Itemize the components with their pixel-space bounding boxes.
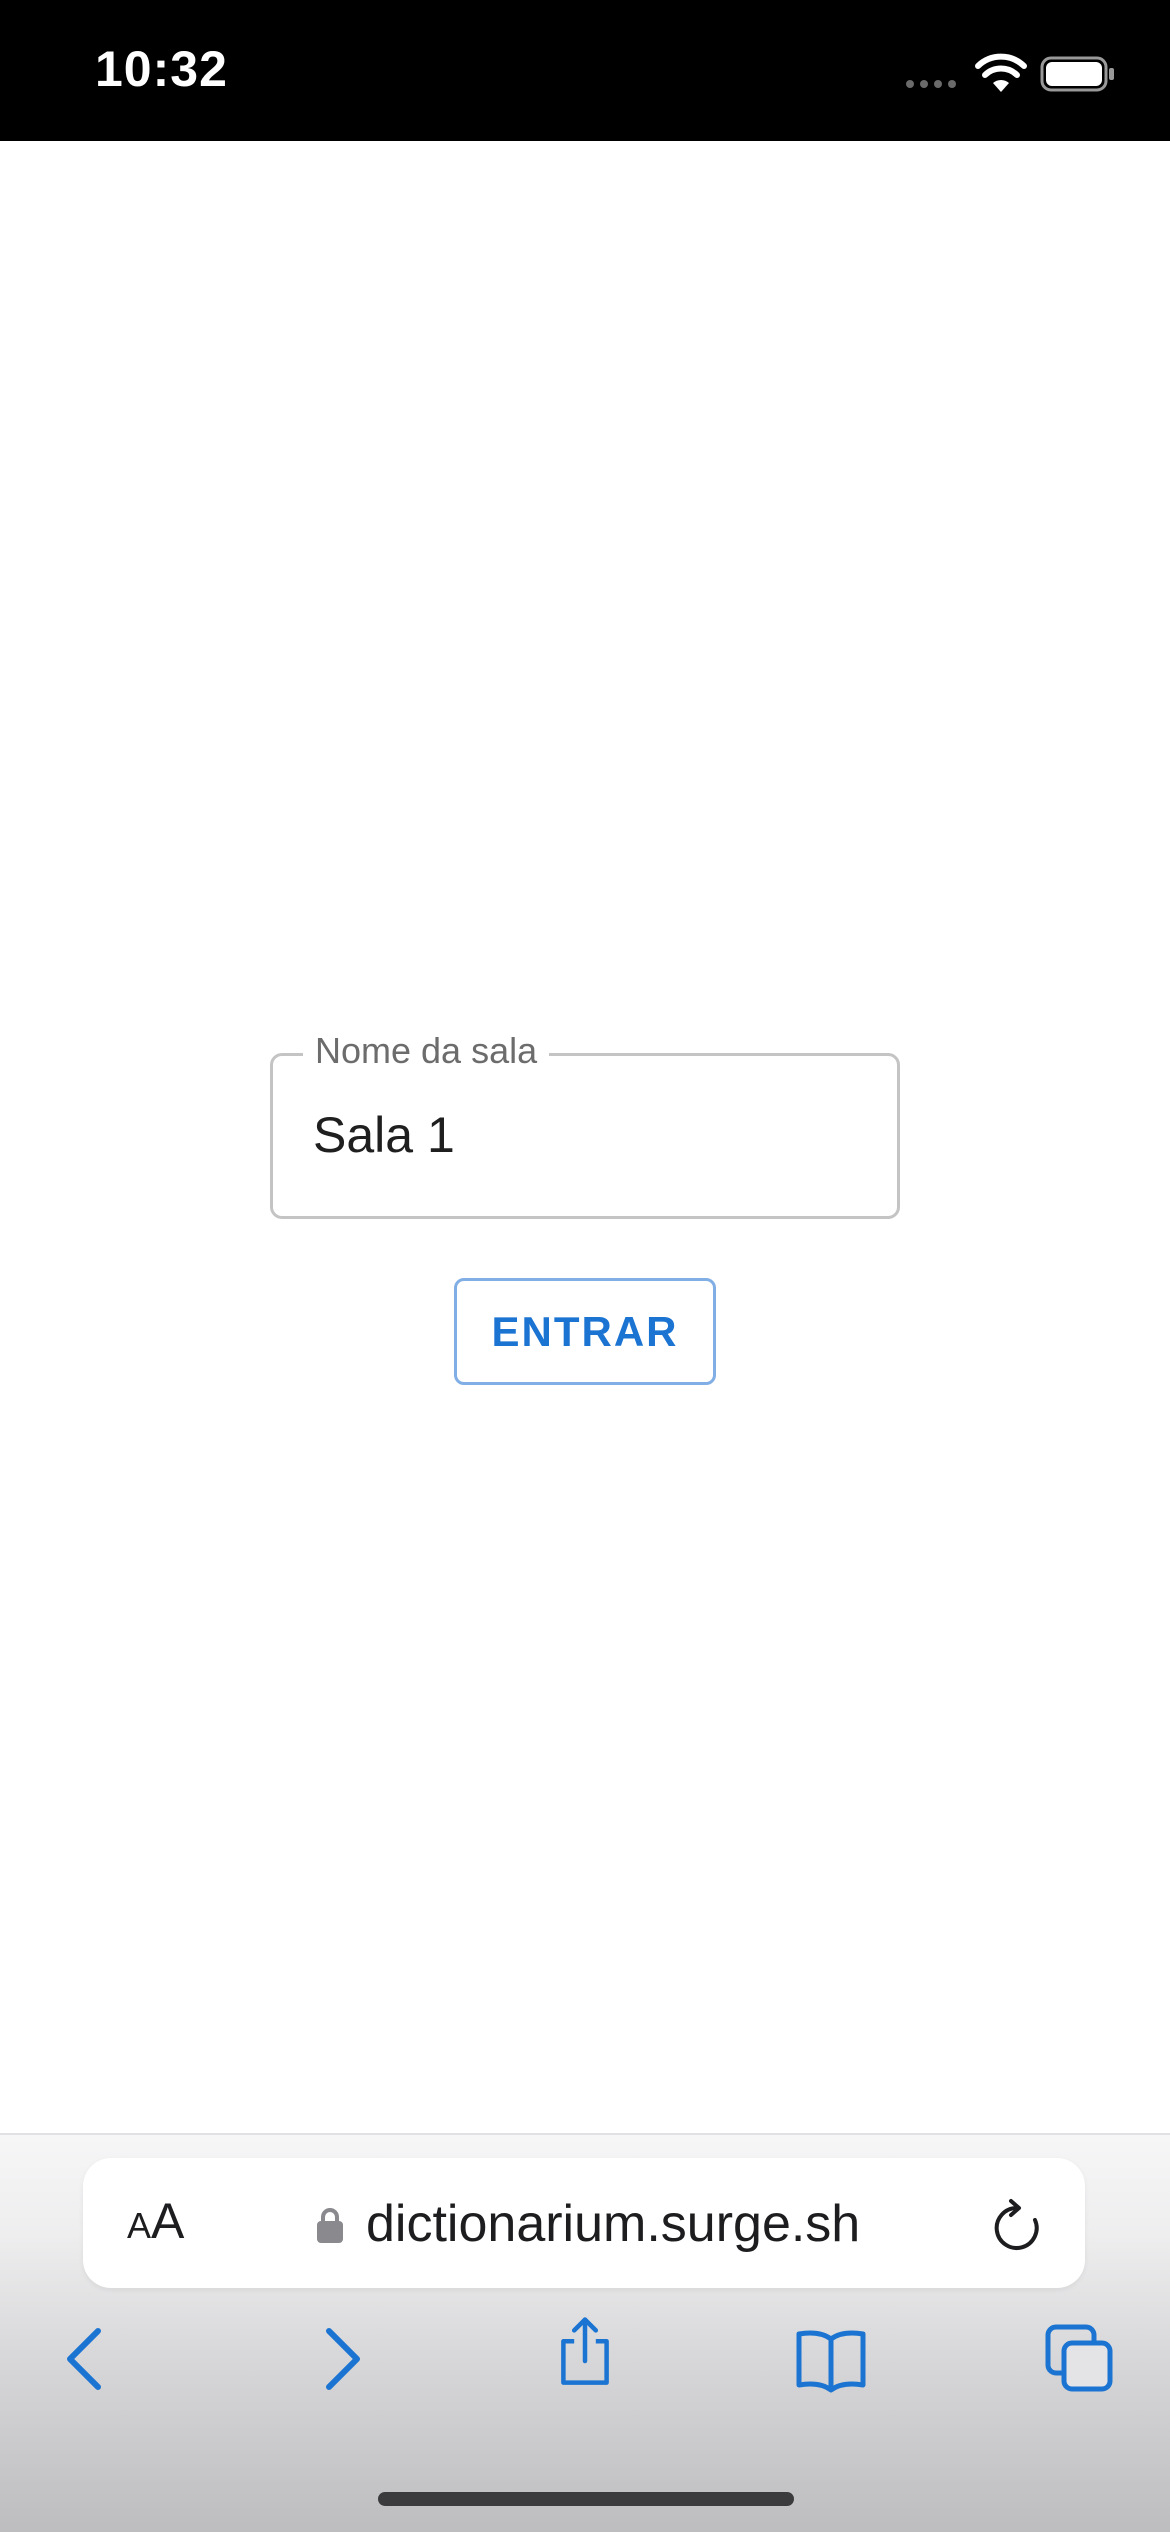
status-bar: 10:32 [0, 0, 1170, 141]
address-bar[interactable]: AA dictionarium.surge.sh [83, 2158, 1085, 2288]
status-time: 10:32 [95, 41, 228, 97]
reload-icon[interactable] [991, 2198, 1043, 2254]
wifi-icon [975, 53, 1027, 92]
back-icon[interactable] [52, 2323, 124, 2395]
lock-icon [317, 2208, 343, 2243]
home-indicator[interactable] [378, 2492, 794, 2506]
url-text[interactable]: dictionarium.surge.sh [366, 2194, 860, 2254]
forward-icon[interactable] [303, 2323, 375, 2395]
room-name-input[interactable]: Sala 1 [313, 1106, 455, 1164]
share-icon[interactable] [549, 2316, 621, 2388]
bookmarks-icon[interactable] [795, 2323, 867, 2395]
text-size-button[interactable]: AA [127, 2192, 184, 2250]
text-size-small-label: A [127, 2205, 152, 2246]
battery-icon [1040, 56, 1114, 92]
room-name-field[interactable]: Nome da sala Sala 1 [270, 1026, 900, 1219]
room-name-label: Nome da sala [303, 1026, 550, 1076]
tabs-icon[interactable] [1044, 2323, 1116, 2395]
text-size-large-label: A [151, 2193, 185, 2249]
enter-button[interactable]: ENTRAR [454, 1278, 716, 1385]
cellular-signal-icon [906, 80, 956, 88]
